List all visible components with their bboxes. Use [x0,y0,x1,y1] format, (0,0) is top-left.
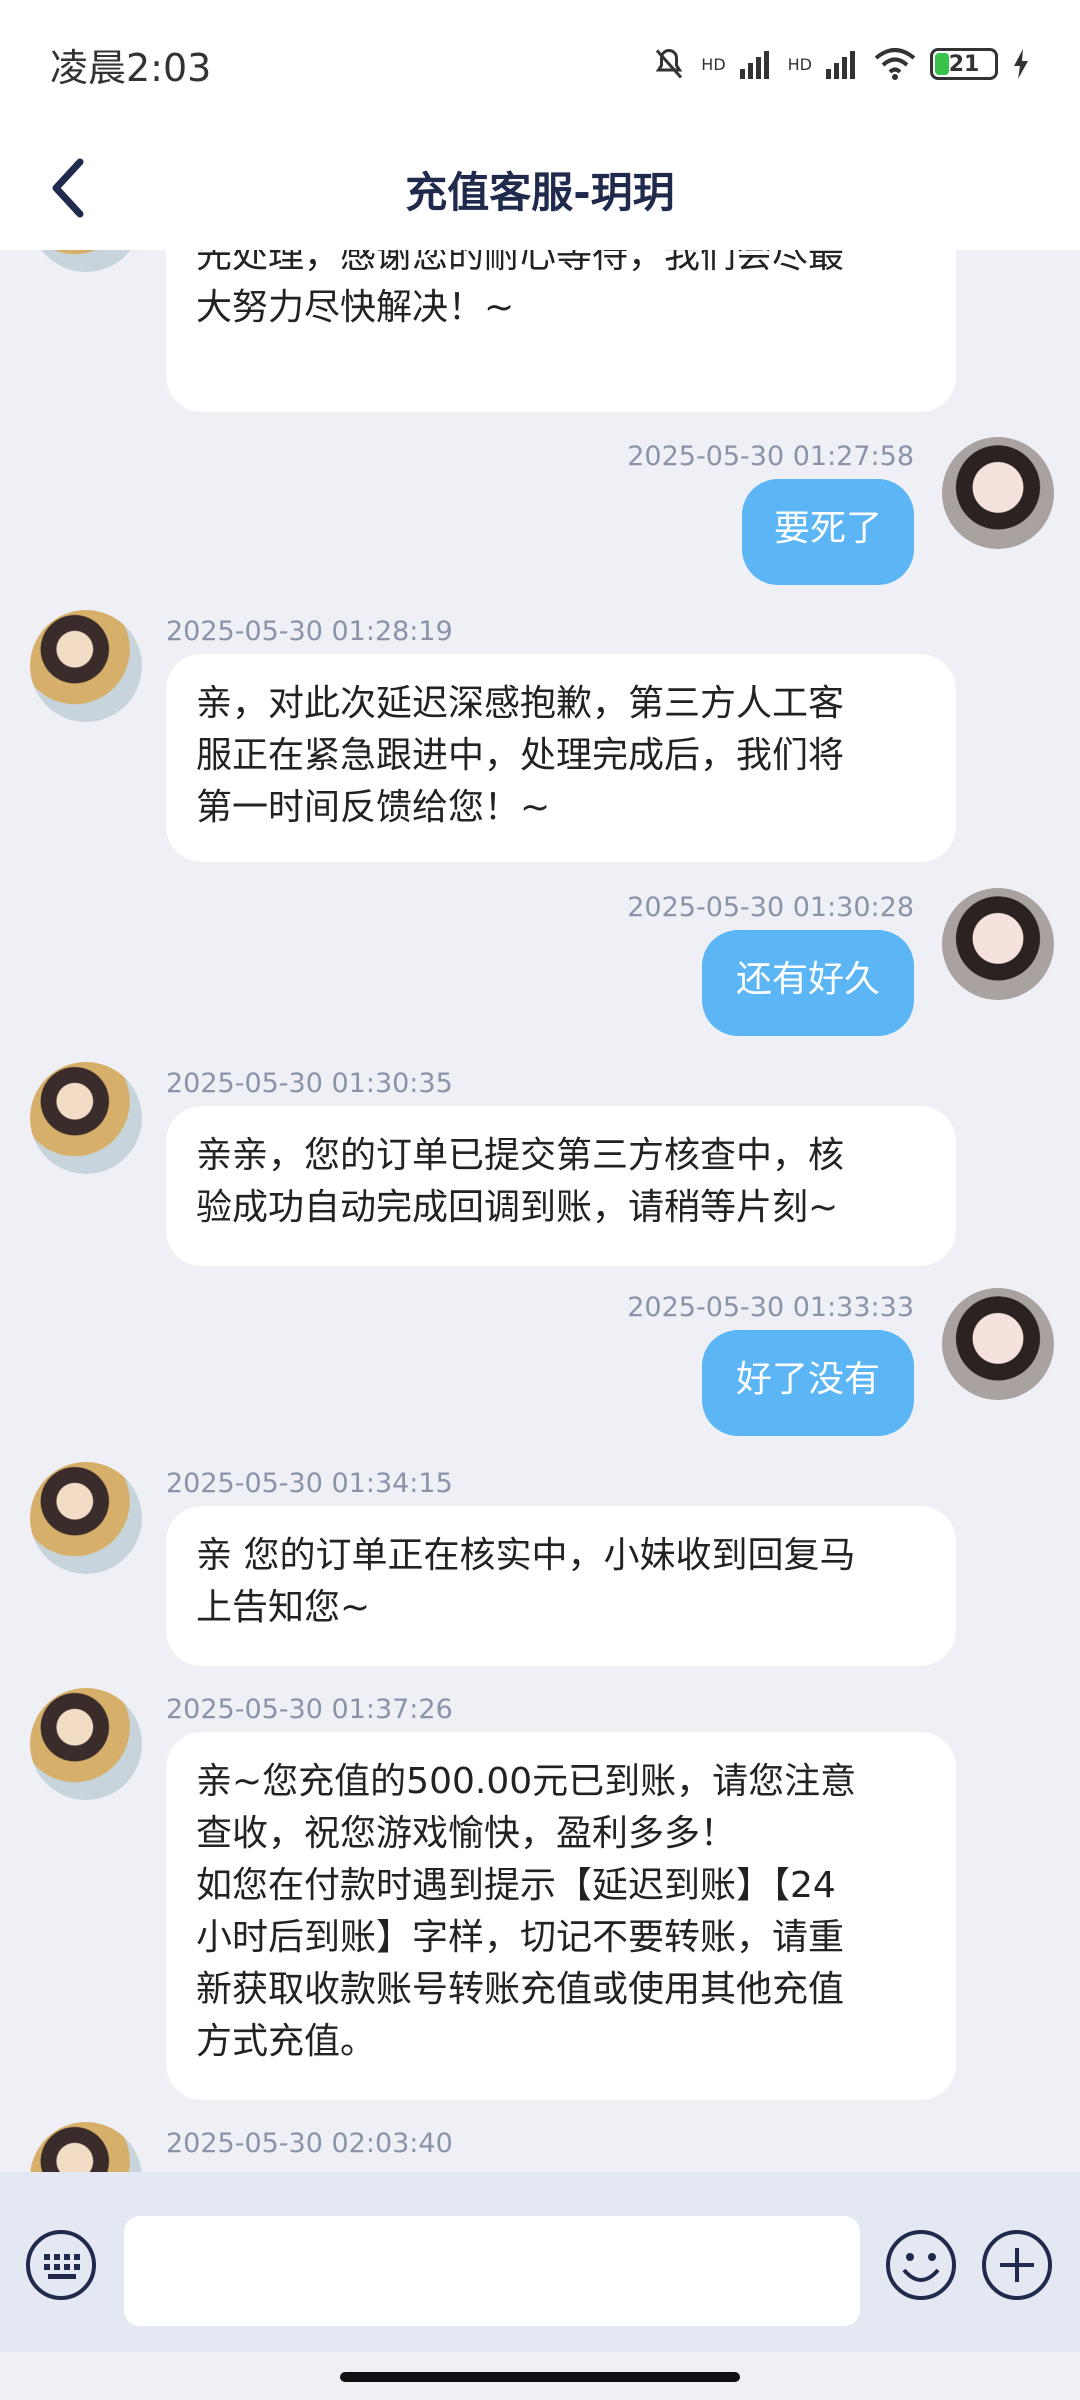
message-timestamp: 2025-05-30 01:28:19 [166,616,453,647]
home-indicator[interactable] [340,2372,740,2382]
message-input[interactable] [124,2216,860,2326]
status-time: 凌晨2:03 [50,45,212,90]
message-timestamp: 2025-05-30 01:33:33 [627,1292,914,1323]
agent-avatar [30,250,142,272]
chevron-left-icon [52,158,84,218]
page-title: 充值客服-玥玥 [405,167,675,217]
status-bar: 凌晨2:03 HD HD 21 [0,0,1080,128]
keyboard-icon [26,2230,96,2300]
user-avatar [942,888,1054,1000]
message-timestamp: 2025-05-30 01:27:58 [627,441,914,472]
battery-level: 21 [948,51,980,77]
message-bubble[interactable]: 亲 您的订单正在核实中，小妹收到回复马 上告知您~ [166,1506,956,1666]
agent-avatar [30,1688,142,1800]
message-timestamp: 2025-05-30 01:37:26 [166,1694,453,1725]
signal-1-label: HD [701,54,726,74]
agent-avatar [30,1062,142,1174]
message-timestamp: 2025-05-30 01:34:15 [166,1468,453,1499]
status-icons: HD HD 21 [651,46,1030,82]
message-timestamp: 2025-05-30 01:30:28 [627,892,914,923]
emoji-icon [886,2230,956,2300]
signal-1-icon [739,51,769,79]
input-bar [0,2172,1080,2352]
message-bubble[interactable]: 还有好久 [702,930,914,1036]
plus-icon [982,2230,1052,2300]
message-bubble[interactable]: 亲，对此次延迟深感抱歉，第三方人工客 服正在紧急跟进中，处理完成后，我们将 第一… [166,654,956,862]
plus-button[interactable] [980,2228,1054,2302]
emoji-button[interactable] [884,2228,958,2302]
message-bubble[interactable]: 亲~您充值的500.00元已到账，请您注意 查收，祝您游戏愉快，盈利多多！ 如您… [166,1732,956,2100]
battery-fill [935,53,949,75]
charging-icon [1014,49,1028,79]
message-agent: 2025-05-30 01:34:15 亲 您的订单正在核实中，小妹收到回复马 … [0,1462,1080,1672]
message-bubble[interactable]: 好了没有 [702,1330,914,1436]
message-timestamp: 2025-05-30 01:30:35 [166,1068,453,1099]
signal-2-label: HD [787,54,812,74]
message-timestamp: 2025-05-30 02:03:40 [166,2128,453,2159]
chat-message-list[interactable]: 亲，您的反馈小妹已经收到，并已安排优 先处理，感谢您的耐心等待，我们会尽最 大努… [0,250,1080,2172]
back-button[interactable] [38,158,98,218]
message-agent: 2025-05-30 02:03:40 [0,2122,1080,2172]
battery-icon: 21 [930,48,998,80]
mute-bell-icon [655,48,683,79]
user-avatar [942,1288,1054,1400]
message-agent: 亲，您的反馈小妹已经收到，并已安排优 先处理，感谢您的耐心等待，我们会尽最 大努… [0,250,1080,415]
message-agent: 2025-05-30 01:28:19 亲，对此次延迟深感抱歉，第三方人工客 服… [0,610,1080,862]
agent-avatar [30,1462,142,1574]
signal-2-icon [826,51,855,79]
message-user: 2025-05-30 01:30:28 还有好久 [0,886,1080,1036]
message-user: 2025-05-30 01:27:58 要死了 [0,435,1080,585]
message-bubble[interactable]: 要死了 [742,479,914,585]
message-agent: 2025-05-30 01:30:35 亲亲，您的订单已提交第三方核查中，核 验… [0,1062,1080,1272]
message-bubble[interactable]: 亲亲，您的订单已提交第三方核查中，核 验成功自动完成回调到账，请稍等片刻~ [166,1106,956,1266]
message-agent: 2025-05-30 01:37:26 亲~您充值的500.00元已到账，请您注… [0,1688,1080,2100]
chat-header: 充值客服-玥玥 [0,128,1080,250]
message-user: 2025-05-30 01:33:33 好了没有 [0,1286,1080,1436]
agent-avatar [30,2122,142,2172]
user-avatar [942,437,1054,549]
wifi-icon [874,48,916,80]
agent-avatar [30,610,142,722]
message-bubble[interactable]: 亲，您的反馈小妹已经收到，并已安排优 先处理，感谢您的耐心等待，我们会尽最 大努… [166,250,956,412]
keyboard-button[interactable] [24,2228,98,2302]
